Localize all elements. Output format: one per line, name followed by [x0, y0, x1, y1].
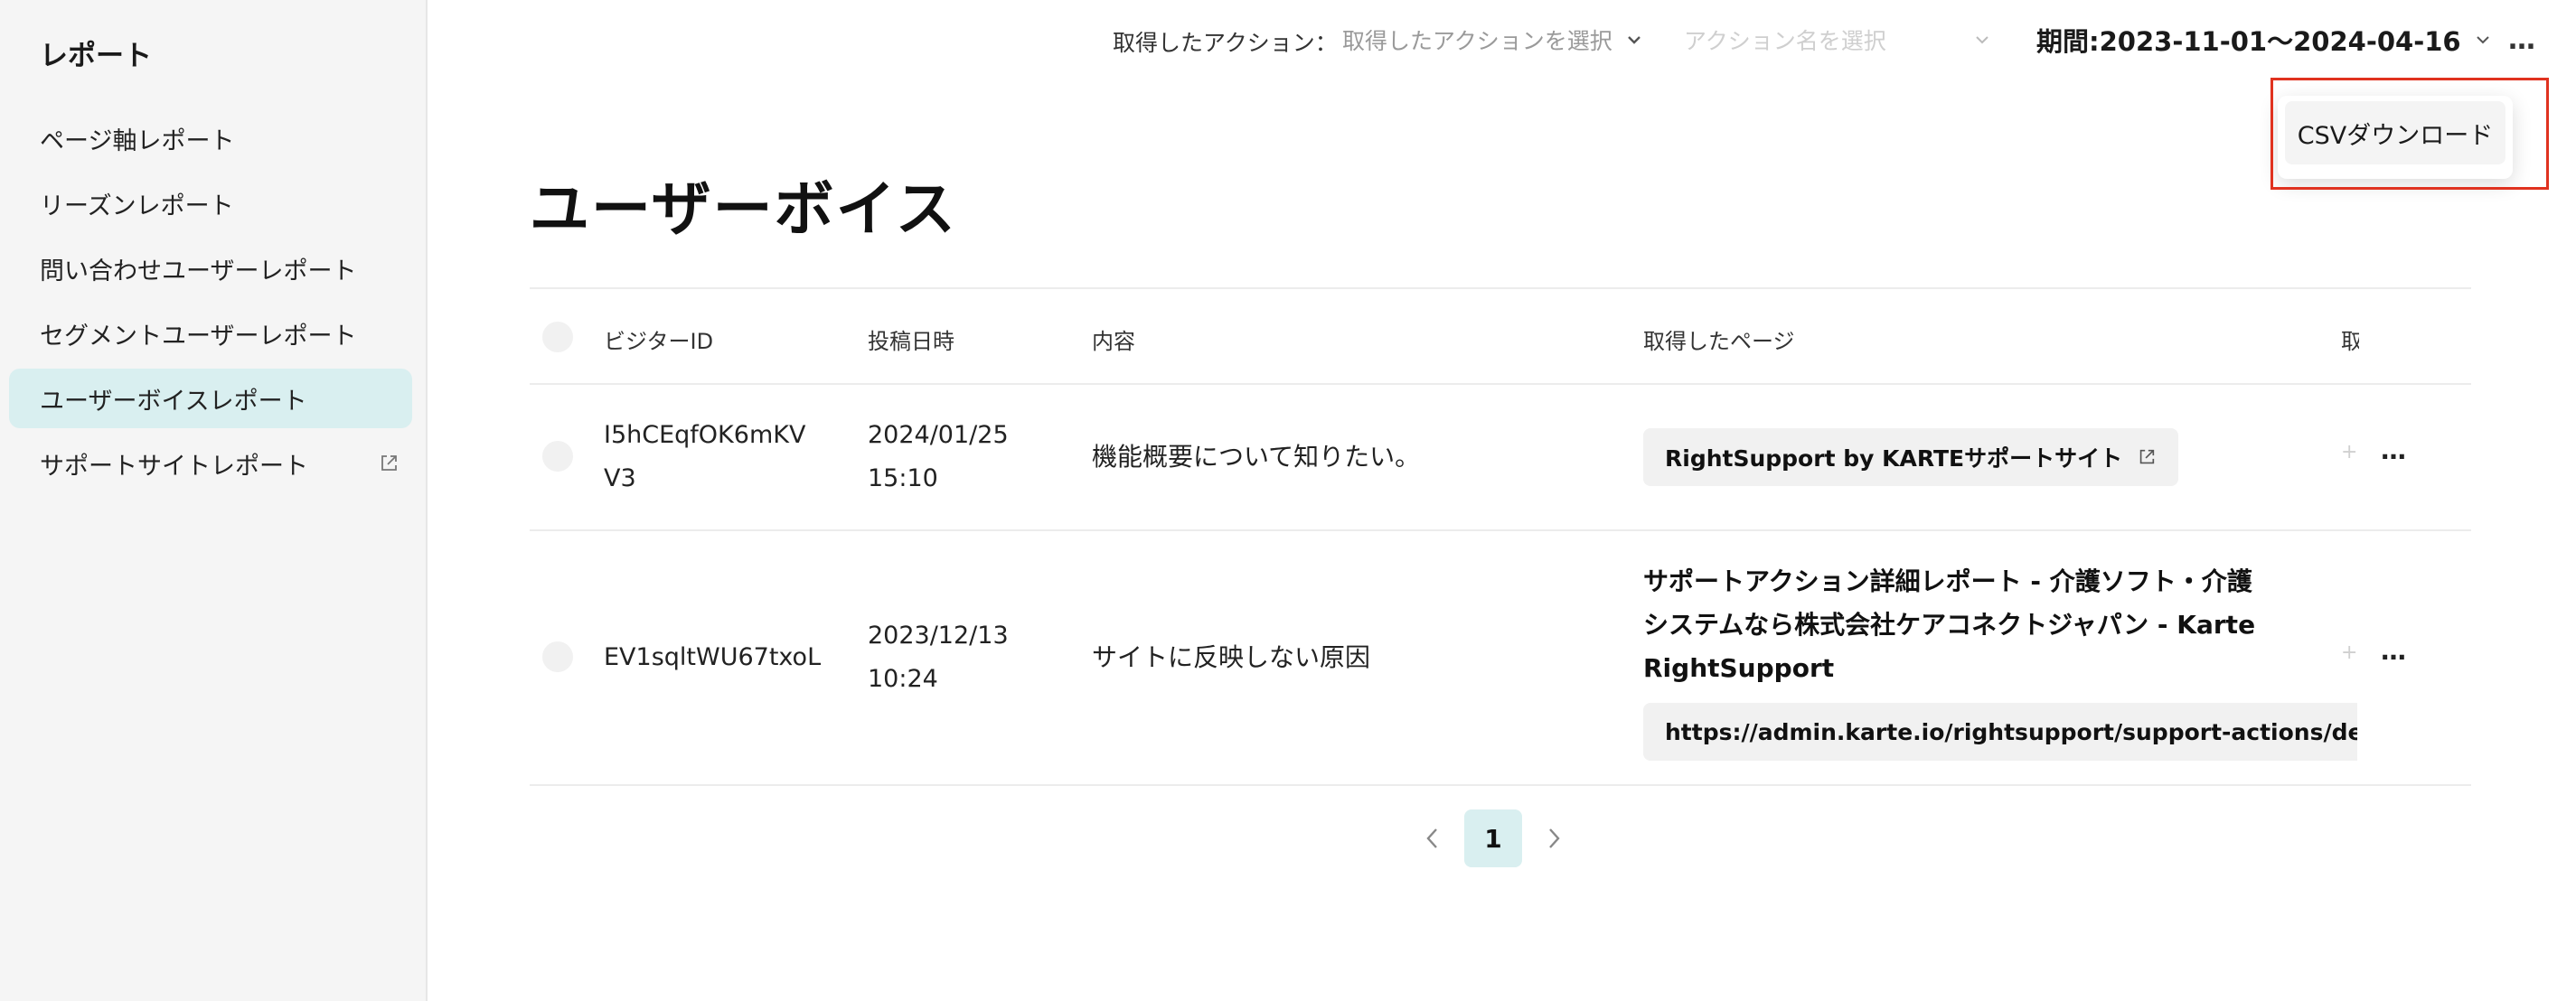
period-value: 2023-11-01〜2024-04-16 — [2099, 26, 2461, 57]
action-name-placeholder: アクション名を選択 — [1684, 28, 1886, 54]
next-page-button[interactable] — [1540, 825, 1567, 852]
chevron-down-icon — [1627, 36, 1641, 44]
topbar: 取得したアクション： 取得したアクションを選択 アクション名を選択 期間: 20… — [428, 0, 2576, 81]
page-title-text: サポートアクション詳細レポート - 介護ソフト・介護システムなら株式会社ケアコネ… — [1643, 566, 2256, 683]
external-link-icon — [381, 455, 397, 471]
page-title: ユーザーボイス — [530, 174, 957, 244]
csv-download-menu-item[interactable]: CSVダウンロード — [2285, 101, 2505, 164]
table-row: EV1sqltWU67txoL 2023/12/13 10:24 サイトに反映し… — [530, 531, 2471, 786]
sidebar-item-label: サポートサイトレポート — [40, 452, 308, 481]
action-select-placeholder: 取得したアクションを選択 — [1342, 28, 1612, 54]
column-header-posted-at: 投稿日時 — [868, 329, 954, 354]
column-header-content: 内容 — [1092, 329, 1135, 354]
sidebar: レポート ページ軸レポート リーズンレポート 問い合わせユーザーレポート セグメ… — [0, 0, 428, 1001]
action-cell-faint: + — [2341, 641, 2358, 664]
sidebar-title: レポート — [40, 40, 152, 72]
table-header: ビジターID 投稿日時 内容 取得したページ 取 — [530, 287, 2471, 385]
column-header-visitor-id: ビジターID — [604, 329, 714, 354]
column-header-action: 取 — [2341, 329, 2359, 354]
table-row: I5hCEqfOK6mKVV3 2024/01/25 15:10 機能概要につい… — [530, 385, 2471, 531]
visitor-id: EV1sqltWU67txoL — [604, 643, 822, 671]
sidebar-item-label: 問い合わせユーザーレポート — [40, 257, 357, 285]
sidebar-item-user-voice-report[interactable]: ユーザーボイスレポート — [9, 369, 412, 428]
action-cell-faint: + — [2341, 441, 2358, 463]
page-link-label: RightSupport by KARTEサポートサイト — [1665, 445, 2123, 472]
posted-at: 2024/01/25 15:10 — [868, 421, 1009, 492]
pagination: 1 — [1419, 809, 1567, 867]
sidebar-item-support-site-report[interactable]: サポートサイトレポート — [9, 434, 412, 493]
action-filter-label: 取得したアクション： — [1113, 30, 1338, 56]
page-url-chip[interactable]: https://admin.karte.io/rightsupport/supp… — [1643, 703, 2357, 761]
prev-page-button[interactable] — [1419, 825, 1446, 852]
page-url-label: https://admin.karte.io/rightsupport/supp… — [1665, 718, 2357, 745]
external-link-icon — [2139, 449, 2155, 464]
row-checkbox[interactable] — [542, 641, 573, 672]
app: レポート ページ軸レポート リーズンレポート 問い合わせユーザーレポート セグメ… — [0, 0, 2576, 1001]
chevron-right-icon — [1549, 828, 1560, 848]
page-link-chip[interactable]: RightSupport by KARTEサポートサイト — [1643, 428, 2179, 486]
page-number-button[interactable]: 1 — [1464, 809, 1522, 867]
row-more-button[interactable]: … — [2381, 435, 2408, 465]
action-name-select[interactable]: アクション名を選択 — [1684, 22, 1991, 58]
chevron-down-icon — [2476, 36, 2489, 44]
period-label: 期間: — [2036, 26, 2100, 57]
column-header-page: 取得したページ — [1643, 329, 1795, 354]
sidebar-item-label: リーズンレポート — [40, 192, 234, 220]
sidebar-item-inquiry-user-report[interactable]: 問い合わせユーザーレポート — [9, 239, 412, 298]
posted-at: 2023/12/13 10:24 — [868, 622, 1009, 693]
action-select[interactable]: 取得したアクションを選択 — [1342, 22, 1643, 58]
user-voice-table: ビジターID 投稿日時 内容 取得したページ 取 I5hCEqfOK6mKVV3… — [530, 287, 2471, 786]
row-more-button[interactable]: … — [2381, 636, 2408, 666]
sidebar-item-label: ユーザーボイスレポート — [40, 387, 307, 416]
chevron-down-icon — [1976, 36, 1988, 44]
select-all-checkbox[interactable] — [542, 322, 573, 352]
sidebar-item-page-report[interactable]: ページ軸レポート — [9, 108, 412, 168]
more-options-menu: CSVダウンロード — [2278, 96, 2513, 179]
sidebar-item-label: セグメントユーザーレポート — [40, 322, 357, 351]
row-checkbox[interactable] — [542, 441, 573, 472]
sidebar-item-reason-report[interactable]: リーズンレポート — [9, 173, 412, 233]
sidebar-item-segment-user-report[interactable]: セグメントユーザーレポート — [9, 304, 412, 363]
chevron-left-icon — [1426, 828, 1437, 848]
period-select[interactable]: 期間: 2023-11-01〜2024-04-16 — [2036, 22, 2492, 58]
visitor-id: I5hCEqfOK6mKVV3 — [604, 421, 806, 492]
sidebar-nav: ページ軸レポート リーズンレポート 問い合わせユーザーレポート セグメントユーザ… — [9, 108, 412, 499]
sidebar-item-label: ページ軸レポート — [40, 126, 235, 155]
voice-content: サイトに反映しない原因 — [1092, 642, 1371, 672]
more-options-button[interactable]: … — [2505, 24, 2541, 56]
voice-content: 機能概要について知りたい。 — [1092, 442, 1421, 472]
